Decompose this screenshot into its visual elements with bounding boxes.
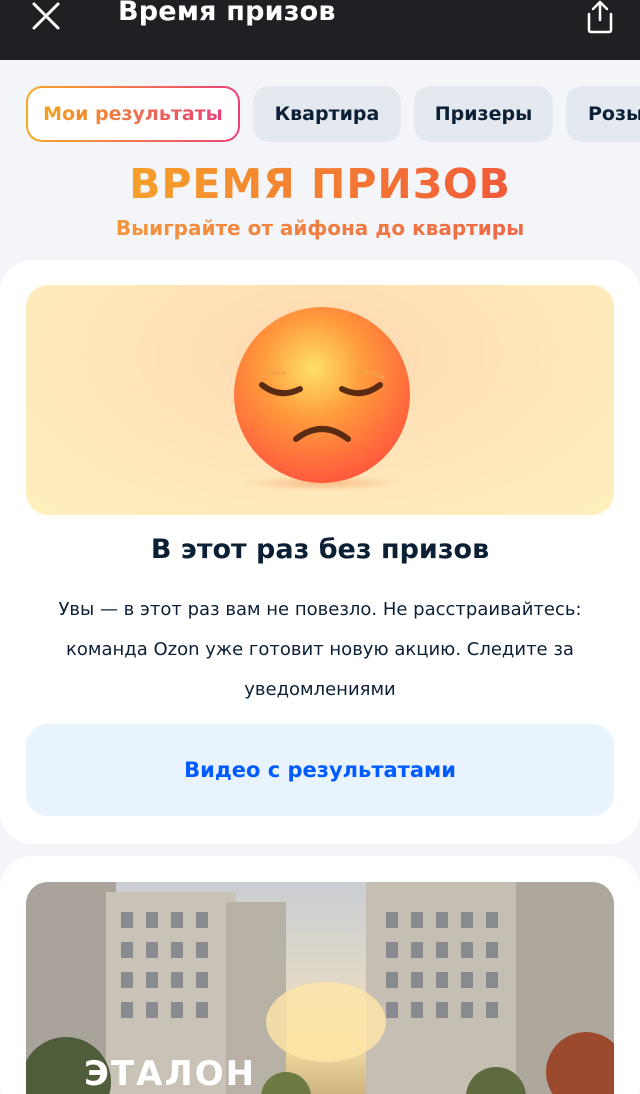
promo-title: ВРЕМЯ ПРИЗОВ xyxy=(0,160,640,208)
developer-logo: ЭТАЛОН xyxy=(84,1054,257,1094)
tab-label: Розы xyxy=(588,103,640,125)
tab-label: Квартира xyxy=(274,103,380,125)
sad-face-emoji-icon xyxy=(234,307,410,491)
result-card: В этот раз без призов Увы — в этот раз в… xyxy=(0,260,640,844)
promo-subtitle: Выиграйте от айфона до квартиры xyxy=(0,216,640,240)
tab-winners[interactable]: Призеры xyxy=(414,86,553,142)
promo-banner-card: ЭТАЛОН xyxy=(0,856,640,1094)
result-heading: В этот раз без призов xyxy=(150,534,490,565)
close-icon xyxy=(32,2,60,30)
share-icon xyxy=(587,0,613,34)
tab-roses[interactable]: Розы xyxy=(566,86,640,142)
top-bar: Время призов xyxy=(0,0,640,60)
tab-my-results[interactable]: Мои результаты xyxy=(26,86,240,142)
hero-image xyxy=(26,285,614,515)
page-title: Время призов xyxy=(118,0,336,27)
tab-label: Мои результаты xyxy=(43,103,223,125)
apartment-banner-image[interactable]: ЭТАЛОН xyxy=(26,882,614,1094)
video-results-button[interactable]: Видео с результатами xyxy=(26,724,614,816)
tab-bar: Мои результаты Квартира Призеры Розы xyxy=(26,86,640,142)
video-results-label: Видео с результатами xyxy=(184,758,456,782)
share-button[interactable] xyxy=(582,0,618,34)
tab-label: Призеры xyxy=(434,103,533,125)
close-button[interactable] xyxy=(30,0,62,32)
result-description: Увы — в этот раз вам не повезло. Не расс… xyxy=(58,599,582,700)
tab-apartment[interactable]: Квартира xyxy=(253,86,401,142)
